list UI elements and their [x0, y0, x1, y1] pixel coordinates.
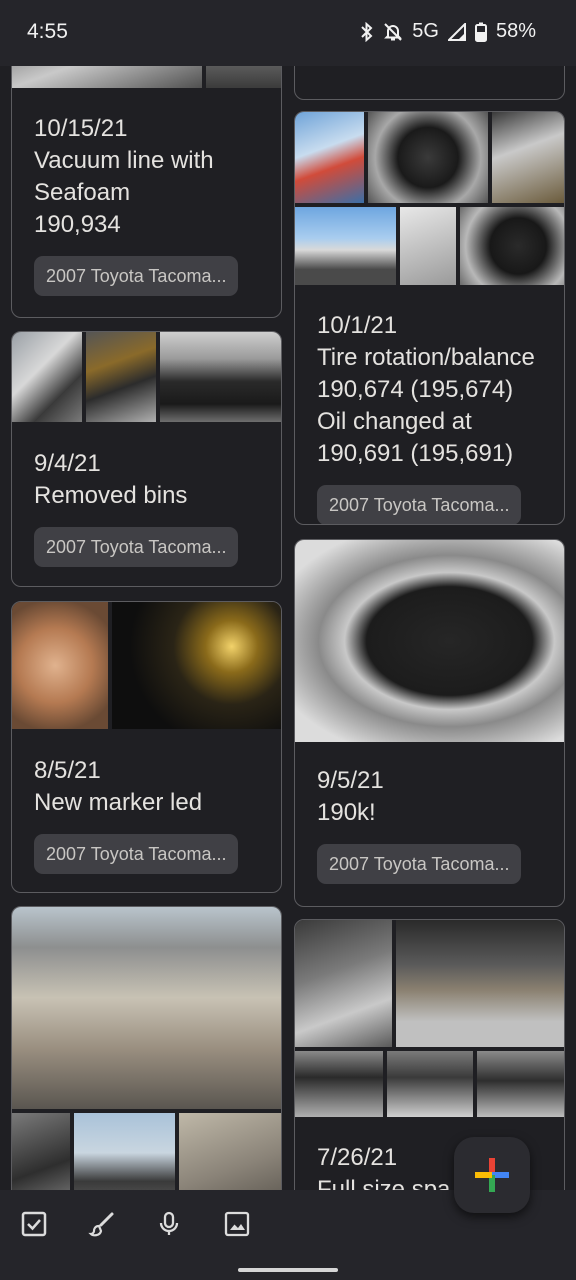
note-photo — [295, 207, 396, 285]
plus-icon — [475, 1158, 509, 1192]
note-text: Tire rotation/balance — [317, 344, 535, 371]
note-label-chip[interactable]: 2007 Toyota Tacoma... — [317, 485, 522, 524]
note-text: Vacuum line with — [34, 147, 214, 174]
note-text: 190,674 (195,674) — [317, 376, 514, 403]
note-label-chip[interactable]: 2007 Toyota Tacoma... — [34, 527, 239, 567]
note-date: 9/5/21 — [317, 767, 384, 794]
note-photo — [112, 602, 281, 729]
status-time: 4:55 — [27, 20, 68, 43]
note-photo — [460, 207, 564, 285]
note-photo — [160, 332, 281, 422]
note-photo — [368, 112, 488, 203]
note-text: 190k! — [317, 799, 376, 826]
note-photo — [492, 112, 564, 203]
bluetooth-icon — [360, 21, 374, 42]
note-photo — [86, 332, 156, 422]
note-text: New marker led — [34, 789, 203, 816]
gesture-handle[interactable] — [238, 1268, 338, 1272]
note-photo — [295, 920, 392, 1047]
note-card[interactable]: 9/4/21 Removed bins 2007 Toyota Tacoma..… — [11, 331, 282, 587]
note-label-chip[interactable]: 2007 Toyota Tacoma... — [34, 256, 239, 296]
note-card[interactable]: 10/1/21 Tire rotation/balance 190,674 (1… — [294, 111, 565, 525]
note-card[interactable]: 9/5/21 190k! 2007 Toyota Tacoma... — [294, 539, 565, 907]
note-text: Full size spa — [317, 1176, 451, 1190]
note-photo — [12, 332, 82, 422]
note-text: Seafoam — [34, 179, 131, 206]
note-card[interactable] — [11, 906, 282, 1190]
note-card[interactable]: 10/15/21 Vacuum line with Seafoam 190,93… — [11, 66, 282, 318]
note-card[interactable]: 8/5/21 New marker led 2007 Toyota Tacoma… — [11, 601, 282, 893]
note-date: 10/1/21 — [317, 312, 398, 339]
bell-off-icon — [383, 22, 403, 42]
signal-icon — [447, 22, 466, 41]
new-drawing-button[interactable] — [84, 1206, 120, 1242]
new-list-button[interactable] — [16, 1206, 52, 1242]
note-photo — [12, 907, 281, 1109]
battery-icon — [474, 22, 487, 42]
brush-icon — [88, 1212, 114, 1237]
note-date: 10/15/21 — [34, 115, 128, 142]
note-photo — [206, 66, 281, 88]
new-note-button[interactable] — [454, 1137, 530, 1213]
network-type: 5G — [412, 20, 439, 42]
note-text: 190,691 (195,691) — [317, 440, 514, 467]
new-audio-note-button[interactable] — [151, 1206, 187, 1242]
note-text: Removed bins — [34, 482, 188, 509]
mic-icon — [159, 1211, 179, 1235]
note-photo — [12, 602, 108, 729]
note-text: Oil changed at — [317, 408, 472, 435]
note-photo — [12, 66, 202, 88]
note-photo — [12, 1113, 70, 1190]
battery-percent: 58% — [495, 20, 536, 42]
note-photo — [74, 1113, 175, 1190]
note-photo — [295, 1051, 383, 1117]
note-photo — [179, 1113, 281, 1190]
note-date: 7/26/21 — [317, 1144, 398, 1171]
note-photo — [396, 920, 564, 1047]
note-label-chip[interactable]: 2007 Toyota Tacoma... — [34, 834, 239, 874]
note-date: 8/5/21 — [34, 757, 101, 784]
note-text: 190,934 — [34, 211, 121, 238]
note-photo — [295, 112, 364, 203]
note-card[interactable] — [294, 66, 565, 100]
note-photo — [477, 1051, 564, 1117]
status-icons: 5G 58% — [360, 20, 536, 43]
note-photo — [295, 540, 564, 742]
note-photo — [387, 1051, 473, 1117]
notes-feed[interactable]: 10/15/21 Vacuum line with Seafoam 190,93… — [0, 66, 576, 1190]
checkbox-icon — [21, 1211, 47, 1237]
note-label-chip[interactable]: 2007 Toyota Tacoma... — [317, 844, 522, 884]
image-icon — [224, 1211, 250, 1237]
status-bar: 4:55 5G 58% — [0, 0, 576, 66]
new-image-note-button[interactable] — [219, 1206, 255, 1242]
note-date: 9/4/21 — [34, 450, 101, 477]
note-photo — [400, 207, 456, 285]
